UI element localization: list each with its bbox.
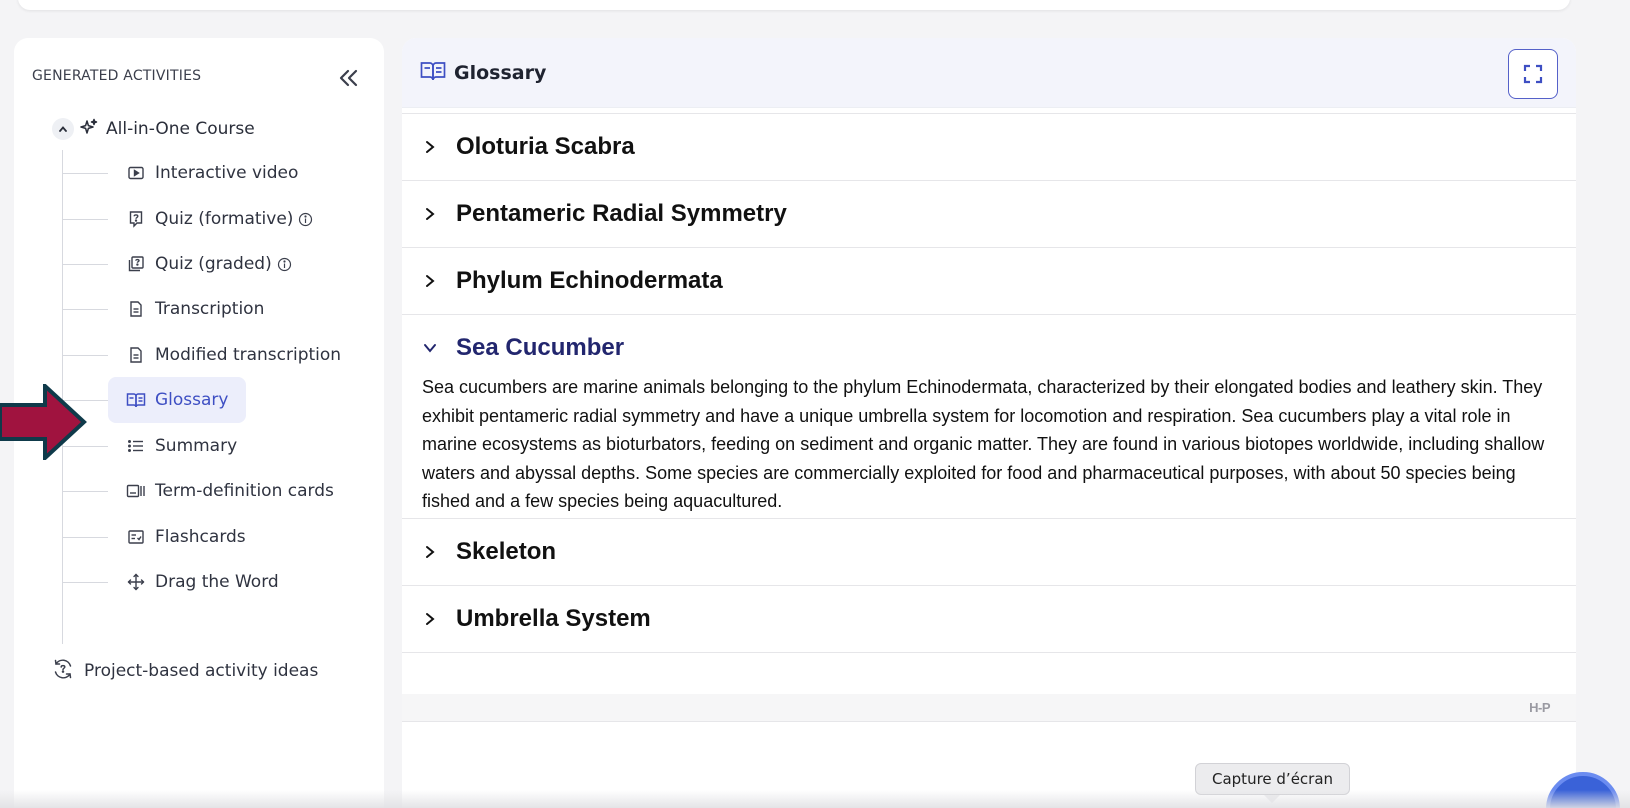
- sidebar-item-modified-transcription[interactable]: Modified transcription: [62, 334, 359, 376]
- term-definition: Sea cucumbers are marine animals belongi…: [422, 377, 1545, 511]
- glossary-term: Phylum Echinodermata: [402, 248, 1576, 315]
- sidebar-item-summary[interactable]: Summary: [62, 425, 255, 467]
- term-title: Sea Cucumber: [456, 334, 625, 361]
- chevron-down-icon: [420, 341, 440, 355]
- sidebar-item-label: Flashcards: [155, 527, 246, 547]
- sidebar-item-label: Modified transcription: [155, 345, 342, 365]
- chevron-up-icon[interactable]: [52, 118, 74, 140]
- book-open-icon: [126, 390, 146, 410]
- bottom-shade: [0, 790, 1630, 808]
- sidebar-item-drag-the-word[interactable]: Drag the Word: [62, 561, 297, 603]
- sidebar-header: GENERATED ACTIVITIES: [32, 64, 362, 88]
- sidebar-item-label: Term-definition cards: [155, 481, 334, 501]
- document-icon: [126, 345, 146, 365]
- fullscreen-button[interactable]: [1508, 49, 1558, 99]
- play-box-icon: [126, 163, 146, 183]
- annotation-arrow: [0, 384, 87, 460]
- sidebar-item-label: Drag the Word: [155, 572, 279, 592]
- sidebar-item-quiz-graded[interactable]: Quiz (graded): [62, 243, 310, 285]
- sidebar-title: GENERATED ACTIVITIES: [32, 68, 202, 84]
- panel-header: Glossary: [402, 38, 1576, 108]
- h5p-logo[interactable]: H-P: [1529, 700, 1550, 715]
- term-header[interactable]: Oloturia Scabra: [402, 114, 1576, 180]
- fullscreen-icon: [1523, 64, 1543, 84]
- collapse-sidebar-button[interactable]: [334, 64, 362, 92]
- active-pill[interactable]: Glossary: [108, 377, 247, 423]
- sidebar-item-quiz-formative[interactable]: Quiz (formative): [62, 198, 331, 240]
- glossary-accordion: Oloturia Scabra Pentameric Radial Symmet…: [402, 113, 1576, 653]
- sidebar-item-transcription[interactable]: Transcription: [62, 288, 282, 330]
- sidebar-item-label: Glossary: [155, 390, 229, 410]
- tree-root-label: All-in-One Course: [106, 119, 255, 139]
- chevron-right-icon: [420, 140, 440, 154]
- list-icon: [126, 436, 146, 456]
- move-icon: [126, 572, 146, 592]
- h5p-footer: H-P: [402, 694, 1576, 722]
- sidebar-item-label: Interactive video: [155, 163, 299, 183]
- quiz-graded-icon: [126, 254, 146, 274]
- info-icon[interactable]: [298, 212, 313, 227]
- sidebar-item-interactive-video[interactable]: Interactive video: [62, 152, 316, 194]
- chevron-right-icon: [420, 545, 440, 559]
- sidebar-item-label: Transcription: [155, 299, 265, 319]
- sidebar-item-term-definition-cards[interactable]: Term-definition cards: [62, 470, 352, 512]
- term-title: Phylum Echinodermata: [456, 267, 723, 294]
- chevron-right-icon: [420, 612, 440, 626]
- glossary-term: Umbrella System: [402, 586, 1576, 653]
- term-header[interactable]: Umbrella System: [402, 586, 1576, 652]
- sidebar-item-project-ideas[interactable]: Project-based activity ideas: [52, 656, 318, 686]
- sidebar-item-label: Project-based activity ideas: [84, 661, 319, 681]
- sidebar-item-label: Quiz (graded): [155, 254, 272, 274]
- tree-root-all-in-one-course[interactable]: All-in-One Course: [52, 114, 255, 144]
- double-chevron-left-icon: [339, 69, 358, 87]
- info-icon[interactable]: [277, 257, 292, 272]
- glossary-term: Skeleton: [402, 519, 1576, 586]
- term-header[interactable]: Pentameric Radial Symmetry: [402, 181, 1576, 247]
- top-bar: [18, 0, 1570, 10]
- chevron-right-icon: [420, 207, 440, 221]
- term-title: Skeleton: [456, 537, 557, 565]
- flashcard-icon: [126, 527, 146, 547]
- refresh-question-icon: [52, 658, 74, 684]
- glossary-term: Oloturia Scabra: [402, 114, 1576, 181]
- term-header[interactable]: Skeleton: [402, 519, 1576, 585]
- term-title: Oloturia Scabra: [456, 133, 635, 160]
- sidebar-item-label: Quiz (formative): [155, 209, 294, 229]
- glossary-term-expanded: Sea Cucumber Sea cucumbers are marine an…: [402, 315, 1576, 519]
- document-icon: [126, 299, 146, 319]
- term-header[interactable]: Phylum Echinodermata: [402, 248, 1576, 314]
- panel-title: Glossary: [454, 61, 547, 84]
- book-open-icon: [420, 60, 446, 86]
- sidebar-item-label: Summary: [155, 436, 238, 456]
- quiz-formative-icon: [126, 209, 146, 229]
- chevron-right-icon: [420, 274, 440, 288]
- cards-icon: [126, 481, 146, 501]
- term-header[interactable]: Sea Cucumber: [402, 315, 1576, 381]
- term-title: Pentameric Radial Symmetry: [456, 200, 787, 227]
- glossary-term: Pentameric Radial Symmetry: [402, 181, 1576, 248]
- glossary-panel: Glossary Oloturia Scabra Pentameric Radi…: [402, 38, 1576, 808]
- term-title: Umbrella System: [456, 604, 651, 632]
- sidebar-item-flashcards[interactable]: Flashcards: [62, 516, 264, 558]
- sparkles-icon: [80, 118, 98, 140]
